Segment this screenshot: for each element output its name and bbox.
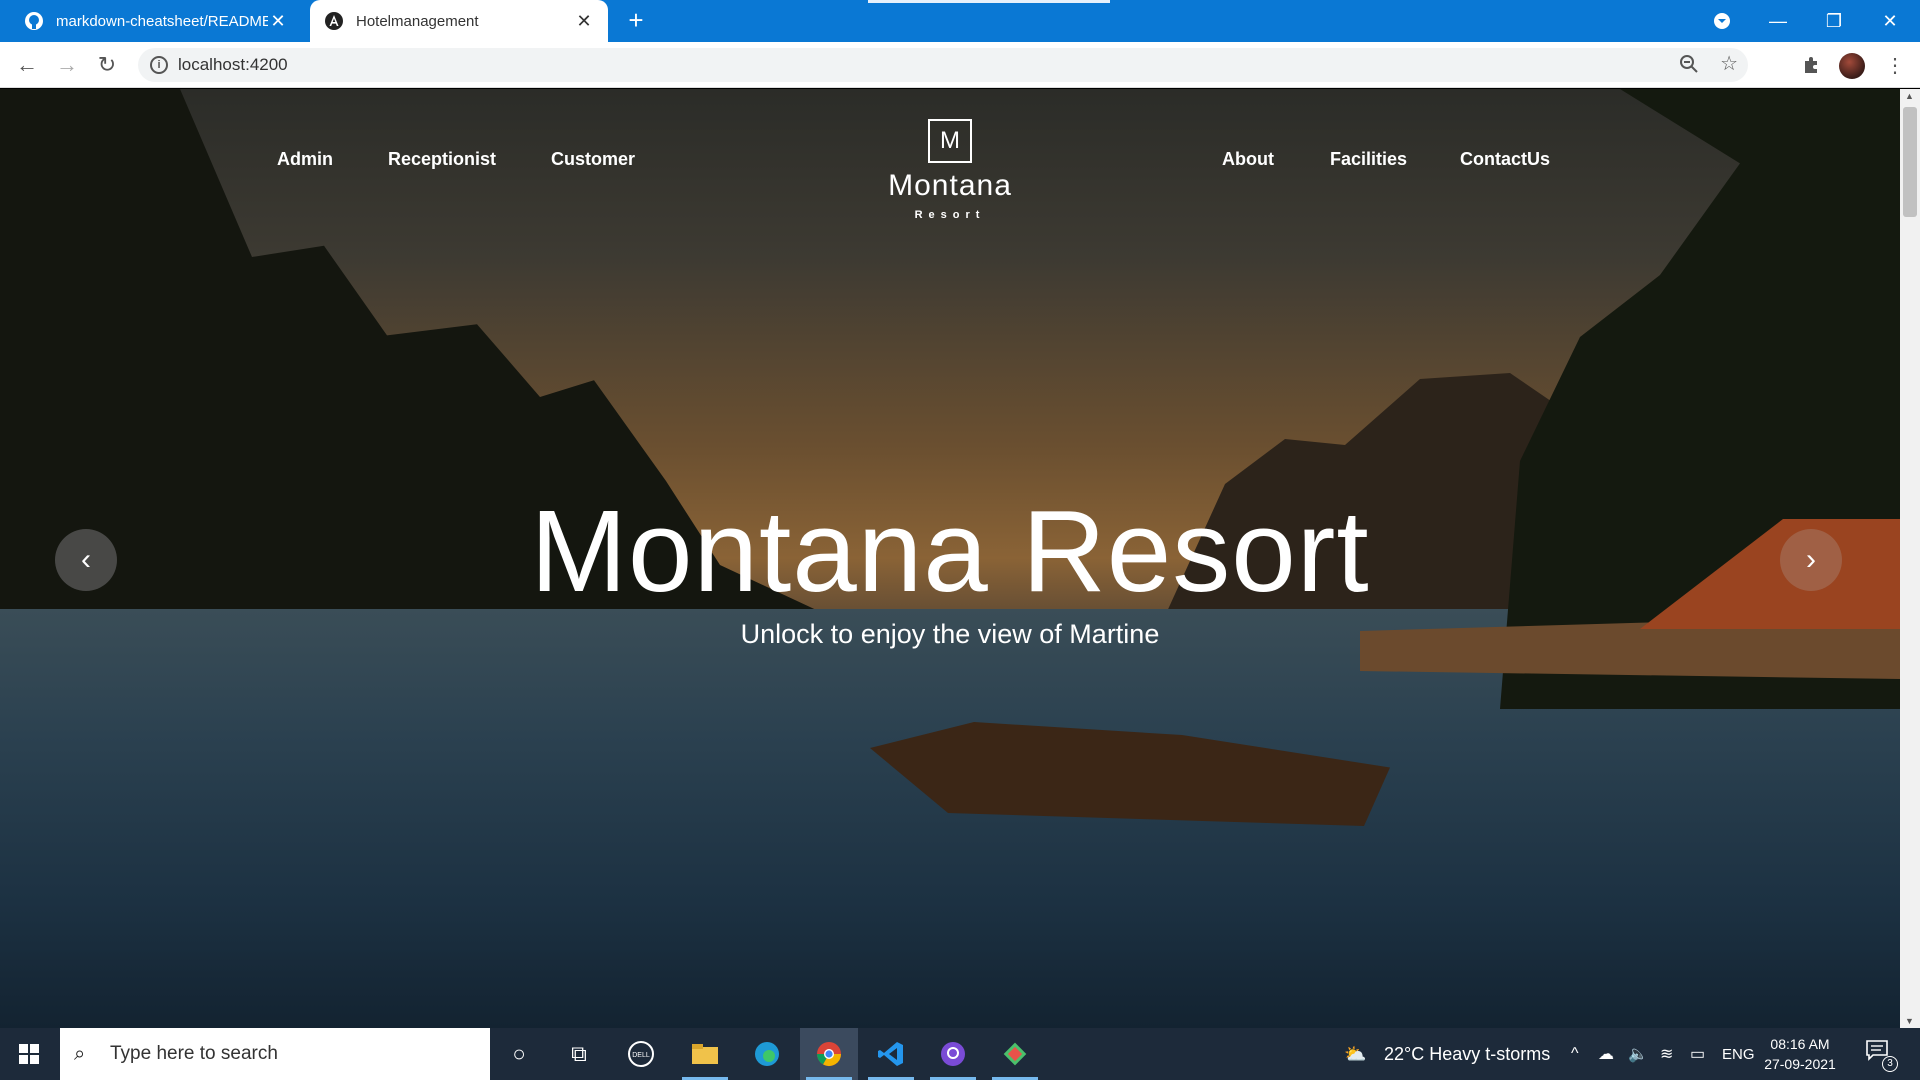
notification-count-badge: 3 <box>1882 1056 1898 1072</box>
profile-avatar[interactable] <box>1839 53 1865 79</box>
taskbar-search[interactable]: ⌕ Type here to search <box>60 1028 490 1080</box>
close-tab-icon[interactable]: ✕ <box>268 11 288 31</box>
new-tab-plus-icon[interactable]: + <box>622 7 650 34</box>
github-desktop-icon[interactable] <box>924 1028 982 1080</box>
hero-section: Admin Receptionist Customer M Montana Re… <box>0 89 1900 1028</box>
clock-time: 08:16 AM <box>1770 1036 1830 1052</box>
hero-title: Montana Resort <box>530 486 1370 616</box>
tab-strip-indicator <box>868 0 1110 3</box>
url-text[interactable]: localhost:4200 <box>178 55 288 75</box>
search-icon: ⌕ <box>74 1042 86 1065</box>
scrollbar-thumb[interactable] <box>1903 107 1917 217</box>
nav-link-contactus[interactable]: ContactUs <box>1460 149 1550 170</box>
back-arrow-icon[interactable]: ← <box>12 50 42 80</box>
start-button[interactable] <box>0 1028 58 1080</box>
battery-icon[interactable]: ▭ <box>1690 1028 1705 1080</box>
volume-icon[interactable]: 🔈 <box>1628 1028 1648 1080</box>
page-scrollbar[interactable]: ▲ ▼ <box>1900 89 1920 1028</box>
tab-title: Hotelmanagement <box>356 12 479 30</box>
tab-hotelmanagement[interactable]: Hotelmanagement ✕ <box>310 0 608 42</box>
logo-name[interactable]: Montana <box>850 169 1050 203</box>
forward-arrow-icon[interactable]: → <box>52 50 82 80</box>
angular-icon <box>324 11 344 31</box>
close-window-icon[interactable]: ✕ <box>1864 0 1916 42</box>
browser-tab-strip: markdown-cheatsheet/README. ✕ Hotelmanag… <box>0 0 1920 42</box>
weather-icon[interactable]: ⛅ <box>1344 1028 1366 1080</box>
windows-taskbar: ⌕ Type here to search ○ ⧉ DELL ⛅ 22°C He… <box>0 1028 1920 1080</box>
wifi-icon[interactable]: ≋ <box>1660 1028 1673 1080</box>
clock-date: 27-09-2021 <box>1764 1056 1836 1072</box>
restore-icon[interactable]: ❐ <box>1808 0 1860 42</box>
minimize-icon[interactable]: — <box>1752 0 1804 42</box>
logo-mark[interactable]: M <box>928 119 972 163</box>
scroll-up-arrow-icon[interactable]: ▲ <box>1905 91 1915 101</box>
nav-link-facilities[interactable]: Facilities <box>1330 149 1407 170</box>
nav-link-receptionist[interactable]: Receptionist <box>388 149 496 170</box>
cortana-icon[interactable]: ○ <box>490 1028 548 1080</box>
reload-icon[interactable]: ↻ <box>92 50 122 80</box>
language-indicator[interactable]: ENG <box>1722 1028 1755 1080</box>
carousel-next-button[interactable]: › <box>1780 529 1842 591</box>
clock[interactable]: 08:16 AM 27-09-2021 <box>1760 1034 1840 1074</box>
git-kraken-icon[interactable] <box>986 1028 1044 1080</box>
scroll-down-arrow-icon[interactable]: ▼ <box>1905 1016 1915 1026</box>
zoom-icon[interactable] <box>1678 53 1700 75</box>
extensions-puzzle-icon[interactable] <box>1797 50 1827 80</box>
profile-dropdown-icon[interactable] <box>1696 0 1748 42</box>
chevron-right-icon: › <box>1806 543 1816 576</box>
task-view-icon[interactable]: ⧉ <box>550 1028 608 1080</box>
svg-text:DELL: DELL <box>632 1052 650 1059</box>
nav-link-customer[interactable]: Customer <box>551 149 635 170</box>
address-bar[interactable]: i localhost:4200 ☆ <box>138 48 1748 82</box>
logo-subtitle: Resort <box>914 209 986 221</box>
carousel-prev-button[interactable]: ‹ <box>55 529 117 591</box>
hero-subtitle: Unlock to enjoy the view of Martine <box>740 619 1160 649</box>
tab-title: markdown-cheatsheet/README. <box>56 12 268 30</box>
close-tab-icon[interactable]: ✕ <box>574 11 594 31</box>
nav-link-admin[interactable]: Admin <box>277 149 333 170</box>
browser-toolbar: ← → ↻ i localhost:4200 ☆ ⋮ <box>0 42 1920 88</box>
nav-link-about[interactable]: About <box>1222 149 1274 170</box>
weather-text[interactable]: 22°C Heavy t-storms <box>1384 1028 1550 1080</box>
dell-icon[interactable]: DELL <box>612 1028 670 1080</box>
more-menu-icon[interactable]: ⋮ <box>1880 50 1910 80</box>
tab-markdown-cheatsheet[interactable]: markdown-cheatsheet/README. ✕ <box>10 0 302 42</box>
search-placeholder: Type here to search <box>110 1043 278 1064</box>
github-icon <box>24 11 44 31</box>
file-explorer-icon[interactable] <box>676 1028 734 1080</box>
chevron-up-icon[interactable]: ^ <box>1571 1028 1579 1080</box>
vscode-icon[interactable] <box>862 1028 920 1080</box>
chevron-left-icon: ‹ <box>81 543 91 576</box>
site-info-icon[interactable]: i <box>150 56 168 74</box>
bookmark-star-icon[interactable]: ☆ <box>1720 51 1738 76</box>
chrome-icon[interactable] <box>800 1028 858 1080</box>
onedrive-icon[interactable]: ☁ <box>1598 1028 1614 1080</box>
windows-logo-icon <box>19 1044 39 1064</box>
edge-icon[interactable] <box>738 1028 796 1080</box>
